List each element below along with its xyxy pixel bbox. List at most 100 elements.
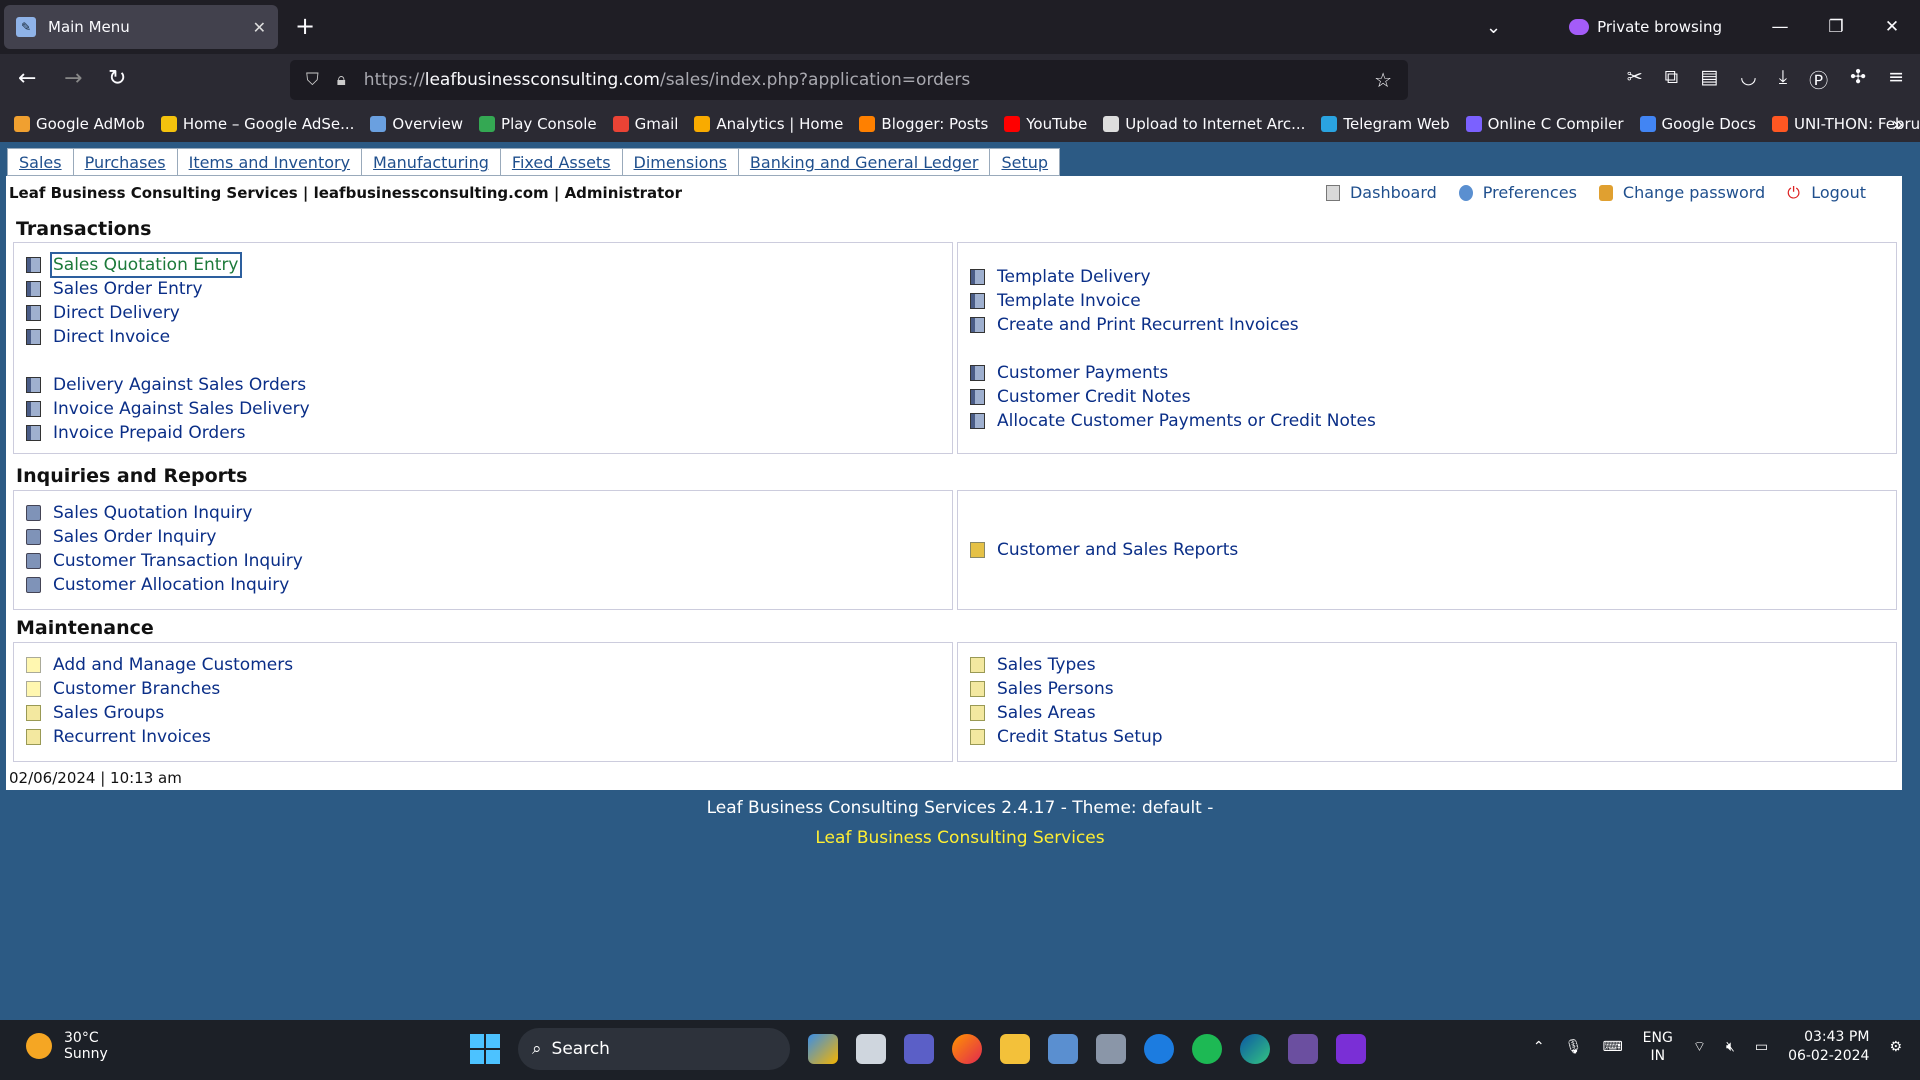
tracking-shield-icon[interactable]: ⛉ <box>306 70 319 90</box>
tray-chevron-icon[interactable]: ⌃ <box>1533 1039 1545 1055</box>
menu-link[interactable]: Direct Delivery <box>26 301 310 325</box>
bookmark-item[interactable]: Google AdMob <box>14 115 145 133</box>
menu-link[interactable]: Sales Order Inquiry <box>26 525 303 549</box>
menu-link[interactable]: Direct Invoice <box>26 325 310 349</box>
close-window-button[interactable]: ✕ <box>1864 17 1920 37</box>
menu-link[interactable]: Customer Branches <box>26 677 293 701</box>
taskbar-search[interactable]: ⌕ Search <box>518 1028 790 1070</box>
copy-icon[interactable]: ⧉ <box>1665 66 1679 93</box>
clipboard-icon[interactable]: ▤ <box>1700 66 1718 93</box>
menu-link[interactable]: Customer Transaction Inquiry <box>26 549 303 573</box>
keyboard-icon[interactable]: ⌨ <box>1602 1039 1622 1055</box>
reload-icon[interactable]: ↻ <box>108 66 126 92</box>
menu-link[interactable]: Allocate Customer Payments or Credit Not… <box>970 409 1376 433</box>
menu-link[interactable]: Delivery Against Sales Orders <box>26 373 310 397</box>
menu-link[interactable]: Customer Allocation Inquiry <box>26 573 303 597</box>
system-clock[interactable]: 03:43 PM 06-02-2024 <box>1788 1028 1869 1066</box>
tab-fixed-assets[interactable]: Fixed Assets <box>499 148 622 176</box>
menu-link[interactable]: Sales Types <box>970 653 1163 677</box>
preferences-link[interactable]: Preferences <box>1458 183 1577 202</box>
weather-widget[interactable]: 30°C Sunny <box>26 1030 108 1062</box>
menu-link[interactable]: Sales Areas <box>970 701 1163 725</box>
logout-link[interactable]: ⏻ Logout <box>1787 183 1866 202</box>
bookmark-item[interactable]: Telegram Web <box>1321 115 1450 133</box>
battery-icon[interactable]: ▭ <box>1755 1039 1768 1055</box>
bookmark-item[interactable]: Gmail <box>612 115 678 133</box>
bookmark-item[interactable]: YouTube <box>1004 115 1087 133</box>
bookmark-label: Telegram Web <box>1343 115 1450 133</box>
photos-icon[interactable] <box>1048 1034 1078 1064</box>
bookmark-item[interactable]: Play Console <box>479 115 597 133</box>
tab-items-and-inventory[interactable]: Items and Inventory <box>176 148 362 176</box>
firefox-private-icon[interactable] <box>1336 1034 1366 1064</box>
language-indicator[interactable]: ENG IN <box>1643 1029 1673 1065</box>
download-icon[interactable]: ⤓ <box>1779 66 1787 93</box>
menu-link[interactable]: Template Invoice <box>970 289 1376 313</box>
menu-link[interactable]: Sales Quotation Entry <box>26 252 310 278</box>
tab-purchases[interactable]: Purchases <box>72 148 177 176</box>
menu-link[interactable]: Customer Payments <box>970 361 1376 385</box>
bookmark-item[interactable]: Online C Compiler <box>1465 115 1624 133</box>
profile-icon[interactable]: Ⓟ <box>1809 66 1828 93</box>
tab-sales[interactable]: Sales <box>7 148 73 176</box>
tab-dimensions[interactable]: Dimensions <box>621 148 738 176</box>
change-password-link[interactable]: Change password <box>1598 183 1765 202</box>
close-tab-icon[interactable]: ✕ <box>253 18 266 37</box>
winrar-icon[interactable] <box>1288 1034 1318 1064</box>
menu-link[interactable]: Sales Order Entry <box>26 277 310 301</box>
spotify-icon[interactable] <box>1192 1034 1222 1064</box>
new-tab-button[interactable]: + <box>295 13 315 39</box>
camera-icon[interactable] <box>1096 1034 1126 1064</box>
hamburger-menu-icon[interactable]: ≡ <box>1888 66 1904 93</box>
tab-setup[interactable]: Setup <box>989 148 1061 176</box>
edge-icon[interactable] <box>1240 1034 1270 1064</box>
menu-link[interactable]: Add and Manage Customers <box>26 653 293 677</box>
browser-tab[interactable]: ✎ Main Menu ✕ <box>4 5 278 49</box>
mute-icon[interactable]: 🔇︎ <box>1726 1039 1735 1055</box>
footer-link[interactable]: Leaf Business Consulting Services <box>0 828 1920 848</box>
bookmark-item[interactable]: Upload to Internet Arc... <box>1103 115 1305 133</box>
menu-link[interactable]: Sales Persons <box>970 677 1163 701</box>
cut-icon[interactable]: ✂ <box>1627 66 1643 93</box>
copilot-icon[interactable] <box>808 1034 838 1064</box>
bookmark-star-icon[interactable]: ☆ <box>1374 68 1392 92</box>
start-windows-icon[interactable] <box>470 1034 500 1064</box>
back-arrow-icon[interactable]: ← <box>18 66 36 92</box>
microphone-icon[interactable]: 🎙︎ <box>1565 1039 1583 1055</box>
list-tabs-chevron-icon[interactable]: ⌄ <box>1486 17 1501 38</box>
minimize-button[interactable]: — <box>1752 17 1808 37</box>
bookmark-item[interactable]: Home – Google AdSe... <box>160 115 354 133</box>
bookmark-item[interactable]: Blogger: Posts <box>859 115 988 133</box>
forward-arrow-icon[interactable]: → <box>64 66 82 92</box>
app-store-icon[interactable] <box>1144 1034 1174 1064</box>
menu-link[interactable]: Credit Status Setup <box>970 725 1163 749</box>
bookmark-item[interactable]: Overview <box>370 115 463 133</box>
menu-link[interactable]: Invoice Against Sales Delivery <box>26 397 310 421</box>
tab-manufacturing[interactable]: Manufacturing <box>361 148 500 176</box>
bookmark-item[interactable]: Google Docs <box>1639 115 1756 133</box>
dashboard-link[interactable]: Dashboard <box>1325 183 1437 202</box>
menu-link[interactable]: Invoice Prepaid Orders <box>26 421 310 445</box>
bookmark-item[interactable]: Analytics | Home <box>694 115 843 133</box>
restore-button[interactable]: ❐ <box>1808 17 1864 37</box>
lock-icon[interactable]: 🔒︎ <box>337 70 346 90</box>
menu-link[interactable]: Sales Quotation Inquiry <box>26 501 303 525</box>
menu-link[interactable]: Customer and Sales Reports <box>970 538 1238 562</box>
menu-link[interactable]: Sales Groups <box>26 701 293 725</box>
page-favicon-icon: ✎ <box>16 17 36 37</box>
task-view-icon[interactable] <box>856 1034 886 1064</box>
menu-link[interactable]: Customer Credit Notes <box>970 385 1376 409</box>
wifi-icon[interactable]: ⌔ <box>1693 1038 1706 1056</box>
menu-link[interactable]: Recurrent Invoices <box>26 725 293 749</box>
notifications-icon[interactable]: ⚙ <box>1889 1039 1902 1055</box>
tab-banking-and-general-ledger[interactable]: Banking and General Ledger <box>737 148 990 176</box>
pocket-icon[interactable]: ◡ <box>1740 66 1757 93</box>
address-bar[interactable]: ⛉ 🔒︎ https:// leafbusinessconsulting.com… <box>290 60 1408 100</box>
menu-link[interactable]: Create and Print Recurrent Invoices <box>970 313 1376 337</box>
extensions-icon[interactable]: ✣ <box>1850 66 1866 93</box>
menu-link[interactable]: Template Delivery <box>970 265 1376 289</box>
firefox-icon[interactable] <box>952 1034 982 1064</box>
teams-icon[interactable] <box>904 1034 934 1064</box>
file-explorer-icon[interactable] <box>1000 1034 1030 1064</box>
bookmarks-overflow-icon[interactable]: » <box>1892 112 1904 136</box>
